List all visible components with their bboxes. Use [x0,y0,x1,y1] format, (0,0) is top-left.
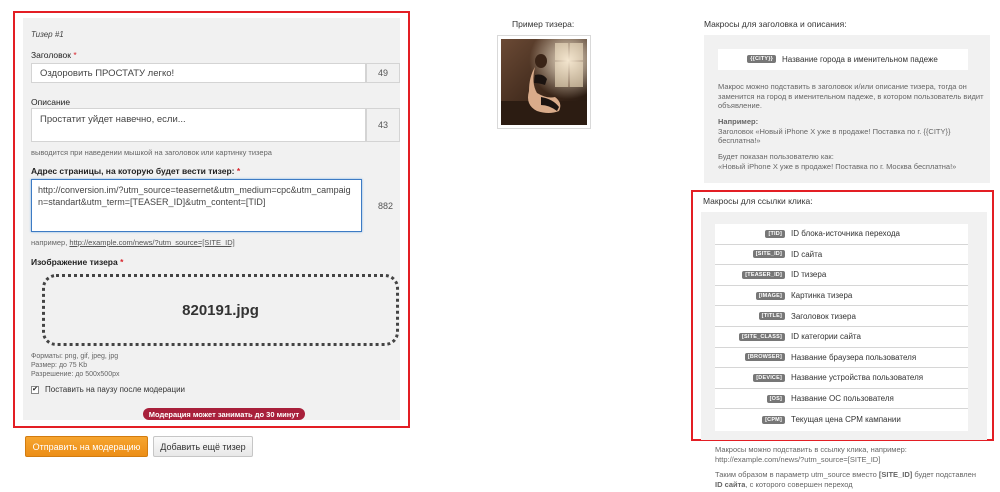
image-filename: 820191.jpg [182,301,259,319]
macro-desc: ID блока-источника перехода [791,229,900,239]
macro-tag: [SITE_ID] [752,250,785,259]
macro-desc: Название браузера пользователя [791,352,917,362]
click-macros-description: Макросы можно подставить в ссылку клика,… [715,445,907,464]
url-textarea[interactable]: http://conversion.im/?utm_source=teasern… [31,179,362,232]
headline-macros-result: Будет показан пользователю как: «Новый i… [718,152,957,171]
click-macros-explanation: Таким образом в параметр utm_source вмес… [715,470,976,489]
pause-checkbox[interactable]: ✔ [31,385,39,394]
macro-desc: ID сайта [791,249,823,259]
headline-macros-table: {{CITY}} Название города в именительном … [718,49,968,70]
macro-row: [SITE_ID] ID сайта [715,245,968,266]
headline-macros-box: {{CITY}} Название города в именительном … [704,35,990,183]
url-label: Адрес страницы, на которую будет вести т… [31,166,241,176]
url-example-link[interactable]: http://example.com/news/?utm_source=[SIT… [69,238,234,247]
headline-input[interactable]: Оздоровить ПРОСТАТУ легко! [31,63,366,83]
headline-macros-description: Макрос можно подставить в заголовок и/ил… [718,82,984,110]
click-macros-table: [TID] ID блока-источника перехода [SITE_I… [715,224,968,431]
headline-label: Заголовок * [31,50,77,60]
click-macros-example-link[interactable]: http://example.com/news/?utm_source=[SIT… [715,455,880,464]
macro-tag: [TID] [765,229,785,238]
preview-title: Пример тизера: [512,19,575,29]
teaser-form: Тизер #1 Заголовок * Оздоровить ПРОСТАТУ… [23,18,400,420]
macro-row: [SITE_CLASS] ID категории сайта [715,327,968,348]
macro-row: [OS] Название ОС пользователя [715,389,968,410]
description-input[interactable]: Простатит уйдет навечно, если... [31,108,366,142]
macro-tag: [CPM] [762,415,785,424]
url-hint: например, http://example.com/news/?utm_s… [31,238,235,247]
macro-tag: {{CITY}} [747,55,776,64]
pause-after-moderation[interactable]: ✔ Поставить на паузу после модерации [31,385,185,394]
headline-counter: 49 [366,63,400,83]
image-label: Изображение тизера * [31,257,124,267]
macro-tag: [BROWSER] [744,353,785,362]
teaser-form-panel: Тизер #1 Заголовок * Оздоровить ПРОСТАТУ… [13,11,410,428]
macro-row: [TITLE] Заголовок тизера [715,306,968,327]
teaser-title: Тизер #1 [31,30,64,39]
macro-desc: Название устройства пользователя [791,373,924,383]
moderation-time-badge: Модерация может занимать до 30 минут [143,408,305,420]
macro-tag: [TEASER_ID] [742,270,785,279]
macro-tag: [OS] [766,394,785,403]
macro-desc: ID категории сайта [791,332,861,342]
macro-row: [BROWSER] Название браузера пользователя [715,348,968,369]
click-macros-box: [TID] ID блока-источника перехода [SITE_I… [701,212,987,440]
macro-desc: Картинка тизера [791,291,853,301]
macro-tag: [DEVICE] [753,373,785,382]
macro-row: [TID] ID блока-источника перехода [715,224,968,245]
macro-desc: ID тизера [791,270,827,280]
image-drop-zone[interactable]: 820191.jpg [42,274,399,346]
teaser-preview [497,35,591,129]
submit-for-moderation-button[interactable]: Отправить на модерацию [25,436,148,457]
headline-macros-title: Макросы для заголовка и описания: [704,19,847,29]
description-label: Описание [31,97,71,107]
macro-row: [CPM] Текущая цена CPM кампании [715,409,968,430]
image-requirements: Форматы: png, gif, jpeg, jpg Размер: до … [31,353,120,378]
add-teaser-button[interactable]: Добавить ещё тизер [153,436,253,457]
click-macros-title: Макросы для ссылки клика: [703,196,813,206]
macro-row: [IMAGE] Картинка тизера [715,286,968,307]
url-counter: 882 [377,200,394,211]
description-counter: 43 [366,108,400,142]
macro-desc: Название города в именительном падеже [782,54,938,64]
macro-tag: [TITLE] [758,312,785,321]
macro-desc: Название ОС пользователя [791,394,894,404]
macro-row: [TEASER_ID] ID тизера [715,265,968,286]
macro-row: [DEVICE] Название устройства пользователя [715,368,968,389]
headline-macros-example: Например: Заголовок «Новый iPhone X уже … [718,117,951,145]
macro-tag: [SITE_CLASS] [739,332,785,341]
macro-row: {{CITY}} Название города в именительном … [718,49,968,70]
description-hint: выводится при наведении мышкой на заголо… [31,148,272,157]
pause-label: Поставить на паузу после модерации [45,385,186,394]
macro-desc: Заголовок тизера [791,311,856,321]
teaser-preview-image [501,39,587,125]
macro-desc: Текущая цена CPM кампании [791,415,901,425]
macro-tag: [IMAGE] [755,291,785,300]
